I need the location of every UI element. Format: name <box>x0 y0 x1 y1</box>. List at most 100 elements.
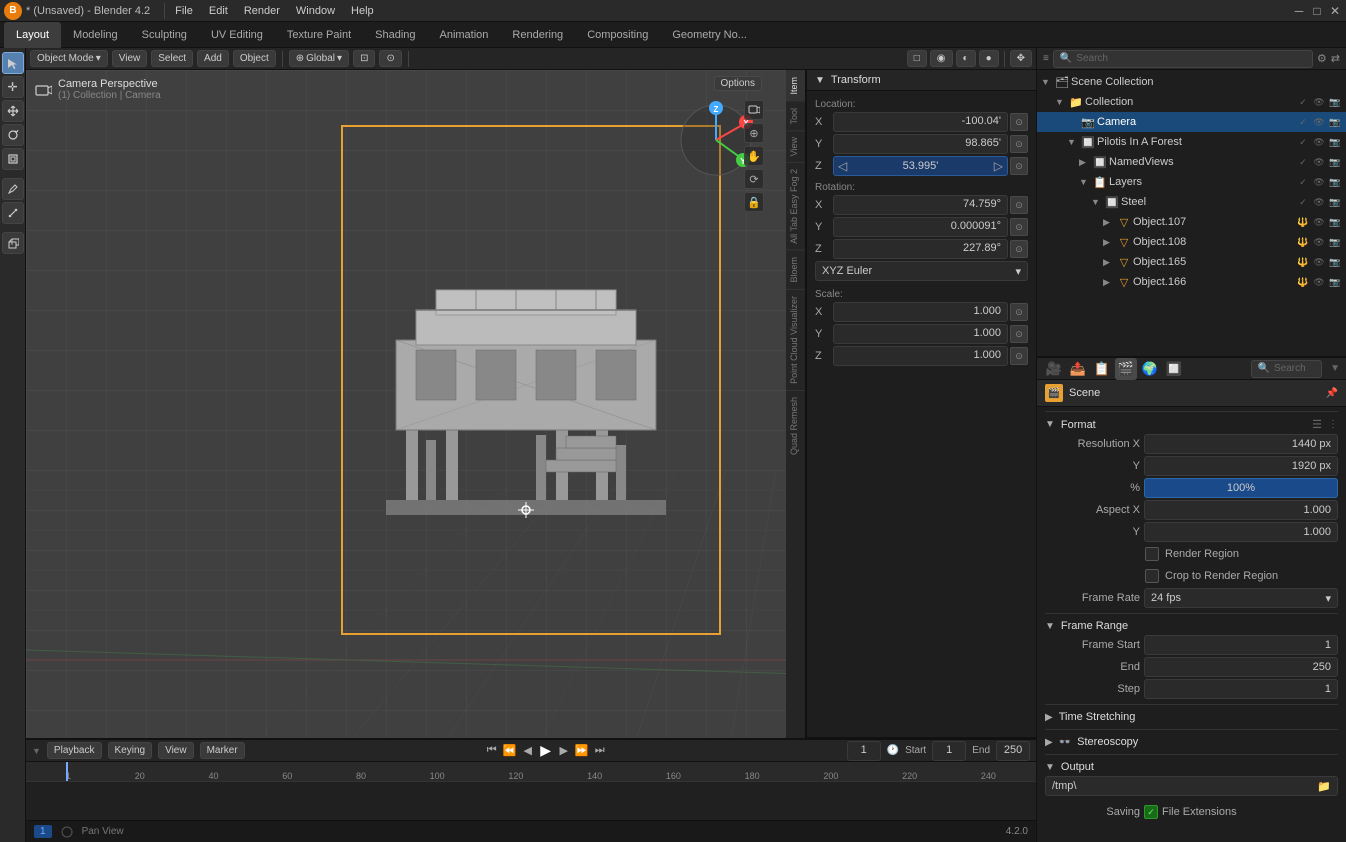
tab-compositing[interactable]: Compositing <box>575 22 660 48</box>
tab-layout[interactable]: Layout <box>4 22 61 48</box>
view-menu[interactable]: View <box>112 50 148 67</box>
collection-eye-icon[interactable]: 👁 <box>1312 95 1326 109</box>
file-extensions-checkbox[interactable]: ✓ <box>1144 805 1158 819</box>
steel-eye-icon[interactable]: 👁 <box>1312 195 1326 209</box>
collection-vis-checkbox[interactable]: ✓ <box>1296 95 1310 109</box>
properties-filter-icon[interactable]: ▼ <box>1330 363 1340 374</box>
format-list-icon[interactable]: ☰ <box>1312 418 1322 431</box>
location-x-copy[interactable]: ⊙ <box>1010 113 1028 131</box>
rotation-mode-dropdown[interactable]: XYZ Euler ▾ <box>815 261 1028 281</box>
minimize-button[interactable]: ─ <box>1292 4 1306 18</box>
keying-menu[interactable]: Keying <box>108 742 153 759</box>
scale-x-input[interactable]: 1.000 <box>833 302 1008 322</box>
location-z-copy[interactable]: ⊙ <box>1010 157 1028 175</box>
scene-props-icon[interactable]: 🎬 <box>1115 358 1137 380</box>
outliner-layers[interactable]: ▼ 📋 Layers ✓ 👁 📷 <box>1037 172 1346 192</box>
frame-end-value[interactable]: 250 <box>1144 657 1338 677</box>
obj165-vis[interactable]: 🔱 <box>1296 255 1310 269</box>
obj108-vis[interactable]: 🔱 <box>1296 235 1310 249</box>
obj165-render-icon[interactable]: 📷 <box>1328 255 1342 269</box>
outliner-object107[interactable]: ▶ ▽ Object.107 🔱 👁 📷 <box>1037 212 1346 232</box>
layers-render-icon[interactable]: 📷 <box>1328 175 1342 189</box>
outliner-camera[interactable]: 📷 Camera ✓ 👁 📷 <box>1037 112 1346 132</box>
resolution-y-value[interactable]: 1920 px <box>1144 456 1338 476</box>
play-button[interactable]: ▶ <box>538 743 554 759</box>
resolution-pct-value[interactable]: 100% <box>1144 478 1338 498</box>
steel-vis-checkbox[interactable]: ✓ <box>1296 195 1310 209</box>
outliner-object166[interactable]: ▶ ▽ Object.166 🔱 👁 📷 <box>1037 272 1346 292</box>
outliner-pilotis[interactable]: ▼ 🔲 Pilotis In A Forest ✓ 👁 📷 <box>1037 132 1346 152</box>
rotation-z-input[interactable]: 227.89° <box>833 239 1008 259</box>
timeline-ruler[interactable]: 1 20 40 60 80 100 120 140 160 180 200 22… <box>26 762 1036 782</box>
location-z-input[interactable]: ◁ 53.995' ▷ <box>833 156 1008 176</box>
tab-uv-editing[interactable]: UV Editing <box>199 22 275 48</box>
rotation-y-input[interactable]: 0.000091° <box>833 217 1008 237</box>
timeline-view-menu[interactable]: View <box>158 742 194 759</box>
proportional-btn[interactable]: ⊙ <box>379 50 401 67</box>
tab-pointcloud[interactable]: Point Cloud Visualizer <box>786 289 805 390</box>
output-section-header[interactable]: ▼ Output <box>1045 759 1338 775</box>
frame-start-value[interactable]: 1 <box>1144 635 1338 655</box>
pilotis-vis-checkbox[interactable]: ✓ <box>1296 135 1310 149</box>
outliner-search-box[interactable]: 🔍 Search <box>1053 50 1313 68</box>
aspect-x-value[interactable]: 1.000 <box>1144 500 1338 520</box>
obj107-vis[interactable]: 🔱 <box>1296 215 1310 229</box>
rotation-y-copy[interactable]: ⊙ <box>1010 218 1028 236</box>
rotation-x-input[interactable]: 74.759° <box>833 195 1008 215</box>
menu-help[interactable]: Help <box>343 3 382 19</box>
rotate-tool-button[interactable] <box>2 124 24 146</box>
world-props-icon[interactable]: 🌍 <box>1139 358 1161 380</box>
current-frame-input[interactable]: 1 <box>847 741 881 761</box>
viewport-options-button[interactable]: Options <box>714 76 762 91</box>
viewport-3d[interactable]: Camera Perspective (1) Collection | Came… <box>26 70 786 738</box>
pilotis-eye-icon[interactable]: 👁 <box>1312 135 1326 149</box>
format-more-icon[interactable]: ⋮ <box>1328 419 1338 430</box>
render-props-icon[interactable]: 🎥 <box>1043 358 1065 380</box>
camera-eye-icon[interactable]: 👁 <box>1312 115 1326 129</box>
frame-step-value[interactable]: 1 <box>1144 679 1338 699</box>
obj108-eye-icon[interactable]: 👁 <box>1312 235 1326 249</box>
object-mode-dropdown[interactable]: Object Mode ▾ <box>30 50 108 67</box>
resolution-x-value[interactable]: 1440 px <box>1144 434 1338 454</box>
menu-window[interactable]: Window <box>288 3 343 19</box>
outliner-scene-collection[interactable]: ▼ 🗂 Scene Collection <box>1037 72 1346 92</box>
tab-allfog[interactable]: All Tab Easy Fog 2 <box>786 162 805 250</box>
viewport-shading-wireframe[interactable]: □ <box>907 50 927 67</box>
start-frame-input[interactable]: 1 <box>932 741 966 761</box>
playback-menu[interactable]: Playback <box>47 742 102 759</box>
object-menu[interactable]: Object <box>233 50 276 67</box>
obj166-render-icon[interactable]: 📷 <box>1328 275 1342 289</box>
jump-start-button[interactable]: ⏮ <box>484 743 500 759</box>
move-tool-button[interactable] <box>2 100 24 122</box>
scene-pin-icon[interactable]: 📌 <box>1326 388 1338 399</box>
namedviews-render-icon[interactable]: 📷 <box>1328 155 1342 169</box>
scale-x-copy[interactable]: ⊙ <box>1010 303 1028 321</box>
prev-frame-button[interactable]: ◀ <box>520 743 536 759</box>
location-x-input[interactable]: -100.04' <box>833 112 1008 132</box>
pan-button[interactable]: ✋ <box>744 146 764 166</box>
tab-shading[interactable]: Shading <box>363 22 427 48</box>
scale-y-input[interactable]: 1.000 <box>833 324 1008 344</box>
outliner-namedviews[interactable]: ▶ 🔲 NamedViews ✓ 👁 📷 <box>1037 152 1346 172</box>
collection-render-icon[interactable]: 📷 <box>1328 95 1342 109</box>
render-region-checkbox[interactable] <box>1145 547 1159 561</box>
obj166-eye-icon[interactable]: 👁 <box>1312 275 1326 289</box>
viewport-shading-material[interactable]: ◐ <box>956 50 976 67</box>
camera-vis-checkbox[interactable]: ✓ <box>1296 115 1310 129</box>
pilotis-render-icon[interactable]: 📷 <box>1328 135 1342 149</box>
marker-menu[interactable]: Marker <box>200 742 245 759</box>
menu-file[interactable]: File <box>167 3 201 19</box>
obj108-render-icon[interactable]: 📷 <box>1328 235 1342 249</box>
measure-tool-button[interactable] <box>2 202 24 224</box>
obj165-eye-icon[interactable]: 👁 <box>1312 255 1326 269</box>
crop-render-checkbox[interactable] <box>1145 569 1159 583</box>
menu-render[interactable]: Render <box>236 3 288 19</box>
tab-modeling[interactable]: Modeling <box>61 22 130 48</box>
outliner-collection[interactable]: ▼ 📁 Collection ✓ 👁 📷 <box>1037 92 1346 112</box>
add-cube-button[interactable] <box>2 232 24 254</box>
outliner-steel[interactable]: ▼ 🔲 Steel ✓ 👁 📷 <box>1037 192 1346 212</box>
jump-end-button[interactable]: ⏭ <box>592 743 608 759</box>
steel-render-icon[interactable]: 📷 <box>1328 195 1342 209</box>
camera-render-icon[interactable]: 📷 <box>1328 115 1342 129</box>
outliner-object108[interactable]: ▶ ▽ Object.108 🔱 👁 📷 <box>1037 232 1346 252</box>
